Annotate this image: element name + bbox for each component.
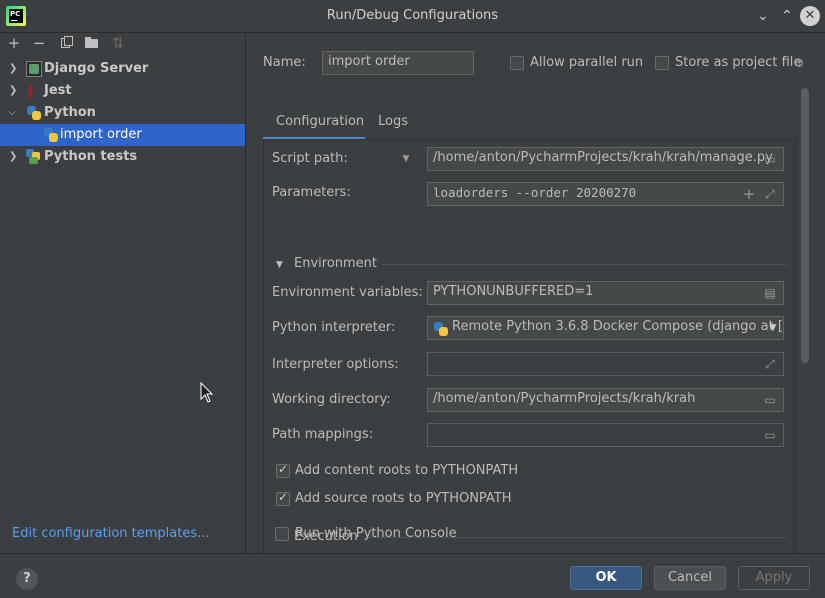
chevron-down-icon[interactable]: ⌵ bbox=[8, 106, 18, 120]
help-button[interactable]: ? bbox=[16, 568, 38, 590]
edit-templates-link[interactable]: Edit configuration templates... bbox=[12, 526, 210, 541]
folder-browse-icon[interactable]: ▭ bbox=[763, 152, 777, 166]
workdir-input[interactable]: /home/anton/PycharmProjects/krah/krah bbox=[427, 388, 784, 412]
workdir-label: Working directory: bbox=[272, 392, 391, 407]
folder-browse-icon[interactable]: ▭ bbox=[763, 393, 777, 407]
run-console-checkbox[interactable] bbox=[275, 527, 289, 541]
chevron-right-icon[interactable]: ❯ bbox=[9, 150, 19, 164]
sidebar-toolbar: + − ⇅ bbox=[0, 33, 246, 55]
ok-button[interactable]: OK bbox=[570, 566, 642, 590]
maximize-icon[interactable]: ⌃ bbox=[778, 7, 796, 25]
store-project-label: Store as project file bbox=[675, 55, 802, 70]
name-input[interactable]: import order bbox=[322, 51, 474, 75]
name-label: Name: bbox=[263, 55, 306, 70]
tree-item-import-order[interactable]: import order bbox=[0, 124, 245, 146]
cancel-button[interactable]: Cancel bbox=[654, 566, 726, 590]
gear-icon[interactable]: ⚙ bbox=[792, 56, 806, 70]
window-title: Run/Debug Configurations bbox=[326, 8, 499, 23]
config-tabs: Configuration Logs bbox=[263, 112, 793, 140]
environment-section-label: Environment bbox=[294, 256, 378, 271]
parameters-input[interactable]: loadorders --order 20200270 bbox=[427, 182, 784, 206]
document-icon[interactable]: ▤ bbox=[763, 286, 777, 300]
python-icon bbox=[43, 127, 59, 143]
allow-parallel-label: Allow parallel run bbox=[530, 55, 644, 70]
section-divider bbox=[382, 264, 787, 265]
plus-icon[interactable]: + bbox=[6, 35, 22, 51]
script-path-label: Script path: bbox=[272, 151, 348, 166]
tree-item-python[interactable]: ⌵ Python bbox=[0, 102, 245, 124]
tab-label: Configuration bbox=[276, 114, 365, 129]
vertical-scrollbar[interactable] bbox=[801, 88, 809, 363]
expand-icon[interactable]: ⤢ bbox=[763, 187, 777, 201]
new-folder-icon[interactable] bbox=[84, 35, 100, 51]
interpreter-select[interactable]: Remote Python 3.6.8 Docker Compose (djan… bbox=[427, 316, 784, 340]
configuration-content: Script path: ▼ /home/anton/PycharmProjec… bbox=[263, 140, 796, 553]
tab-label: Logs bbox=[378, 114, 408, 129]
chevron-right-icon[interactable]: ❯ bbox=[9, 62, 19, 76]
script-type-dropdown-icon[interactable]: ▼ bbox=[399, 152, 413, 166]
python-icon bbox=[433, 321, 449, 337]
minimize-icon[interactable]: ⌄ bbox=[754, 7, 772, 25]
apply-button[interactable]: Apply bbox=[738, 566, 810, 590]
interpreter-value: Remote Python 3.6.8 Docker Compose (djan… bbox=[452, 319, 784, 334]
chevron-down-icon[interactable]: ▼ bbox=[766, 321, 780, 335]
path-mappings-label: Path mappings: bbox=[272, 427, 374, 442]
source-roots-label: Add source roots to PYTHONPATH bbox=[295, 491, 512, 506]
parameters-label: Parameters: bbox=[272, 185, 351, 200]
interp-options-label: Interpreter options: bbox=[272, 357, 399, 372]
tree-item-django-server[interactable]: ❯ Django Server bbox=[0, 58, 245, 80]
allow-parallel-checkbox[interactable] bbox=[510, 56, 524, 70]
python-icon bbox=[26, 105, 42, 121]
plus-icon[interactable]: + bbox=[742, 187, 756, 202]
minus-icon[interactable]: − bbox=[31, 35, 47, 51]
tree-item-python-tests[interactable]: ❯ Python tests bbox=[0, 146, 245, 168]
chevron-down-icon: ▼ bbox=[276, 260, 283, 270]
jest-icon: ɉ bbox=[28, 83, 33, 99]
expand-icon[interactable]: ⤢ bbox=[763, 357, 777, 371]
content-roots-label: Add content roots to PYTHONPATH bbox=[295, 463, 519, 478]
run-console-label: Run with Python Console bbox=[295, 526, 457, 541]
configuration-panel: Name: import order Allow parallel run St… bbox=[247, 33, 825, 553]
env-vars-input[interactable]: PYTHONUNBUFFERED=1 bbox=[427, 281, 784, 305]
source-roots-checkbox[interactable] bbox=[276, 490, 290, 506]
title-bar: PC Run/Debug Configurations ⌄ ⌃ ✕ bbox=[0, 0, 825, 33]
tree-item-label: import order bbox=[60, 127, 142, 142]
tab-configuration[interactable]: Configuration bbox=[263, 112, 365, 140]
sort-icon[interactable]: ⇅ bbox=[110, 35, 126, 51]
chevron-right-icon[interactable]: ❯ bbox=[9, 84, 19, 98]
pytest-icon bbox=[26, 149, 42, 165]
tree-item-label: Python tests bbox=[44, 149, 138, 164]
dialog-footer: ? OK Cancel Apply bbox=[0, 553, 825, 598]
interpreter-label: Python interpreter: bbox=[272, 320, 396, 335]
folder-browse-icon[interactable]: ▭ bbox=[763, 428, 777, 442]
content-roots-checkbox[interactable] bbox=[276, 462, 290, 478]
configurations-sidebar: + − ⇅ ❯ Django Server ❯ ɉ Jest ⌵ Python … bbox=[0, 33, 246, 553]
tree-item-label: Python bbox=[44, 105, 96, 120]
interp-options-input[interactable] bbox=[427, 352, 784, 376]
script-path-input[interactable]: /home/anton/PycharmProjects/krah/krah/ma… bbox=[427, 147, 784, 171]
django-icon bbox=[26, 61, 42, 77]
tree-item-label: Django Server bbox=[44, 61, 149, 76]
tree-item-jest[interactable]: ❯ ɉ Jest bbox=[0, 80, 245, 102]
env-vars-label: Environment variables: bbox=[272, 285, 423, 300]
tab-logs[interactable]: Logs bbox=[378, 112, 418, 140]
environment-section-header[interactable]: ▼ Environment bbox=[276, 256, 377, 271]
copy-icon[interactable] bbox=[58, 35, 74, 51]
store-project-checkbox[interactable] bbox=[655, 56, 669, 70]
path-mappings-input[interactable] bbox=[427, 423, 784, 447]
tree-item-label: Jest bbox=[44, 83, 72, 98]
close-icon[interactable]: ✕ bbox=[800, 6, 820, 26]
